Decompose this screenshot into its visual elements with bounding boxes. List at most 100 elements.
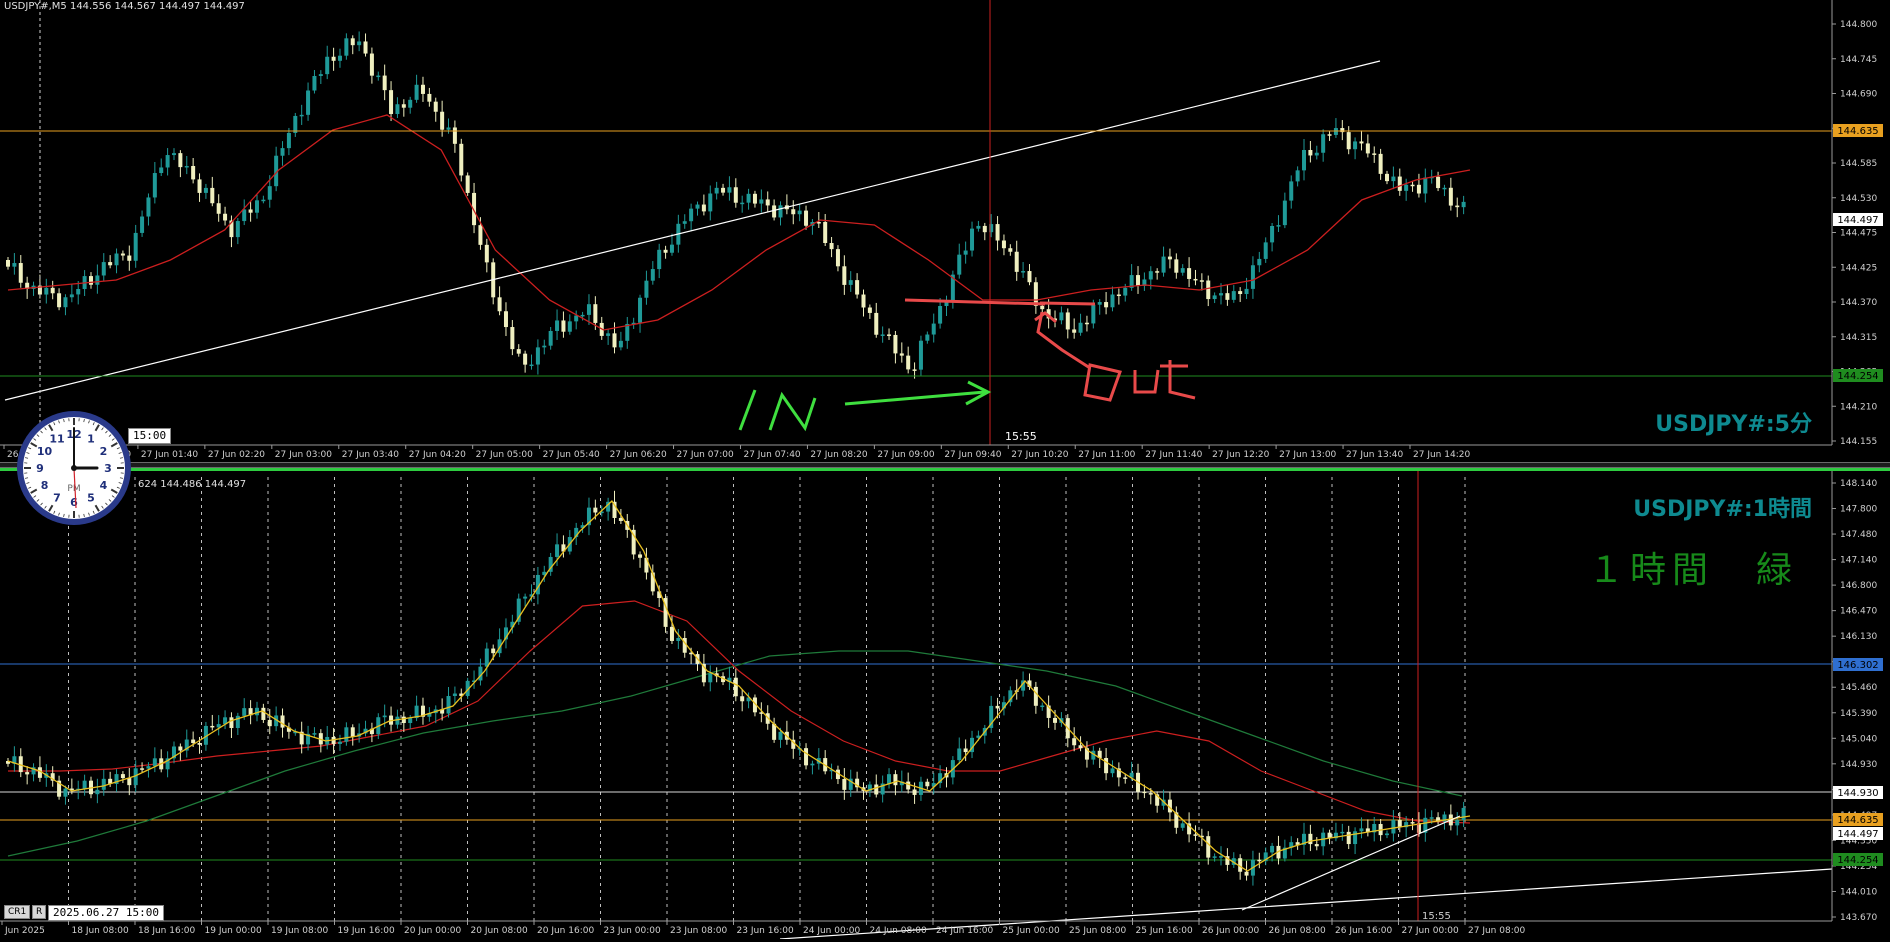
- candle-body: [849, 280, 853, 285]
- candle-body: [236, 221, 240, 237]
- candle-body: [1155, 271, 1159, 273]
- candle-body: [1398, 177, 1402, 191]
- candle-body: [874, 313, 878, 335]
- candle-body: [568, 321, 572, 331]
- candle-body: [1136, 275, 1140, 286]
- candle-body: [587, 304, 591, 315]
- time-tick-label: 25 Jun 00:00: [1003, 926, 1060, 936]
- candle-body: [510, 327, 514, 349]
- candle-body: [772, 205, 776, 217]
- candle-body: [670, 627, 674, 641]
- candle-body: [63, 789, 67, 797]
- candle-body: [549, 331, 553, 346]
- candle-body: [957, 255, 961, 275]
- time-tick-label: 24 Jun 00:00: [803, 926, 860, 936]
- candle-body: [983, 226, 987, 232]
- r-button[interactable]: R: [32, 905, 46, 919]
- time-tick-label: 27 Jun 03:00: [275, 450, 332, 460]
- clock-number: 7: [53, 491, 61, 504]
- candle-body: [996, 224, 1000, 240]
- candle-body: [893, 774, 897, 785]
- time-tick-label: 27 Jun 11:00: [1078, 450, 1135, 460]
- candle-body: [1142, 792, 1146, 794]
- candle-body: [676, 638, 680, 641]
- candle-body: [1455, 820, 1459, 825]
- chart-5min-canvas[interactable]: 144.800144.745144.690144.635144.585144.5…: [0, 0, 1890, 462]
- candle-body: [1347, 832, 1351, 844]
- candle-body: [1385, 174, 1389, 181]
- candle-body: [1245, 872, 1249, 876]
- candle-body: [1187, 268, 1191, 279]
- candle-body: [95, 275, 99, 284]
- clock-face: 121234567891011 PM: [14, 408, 134, 528]
- candle-body: [906, 782, 910, 790]
- candle-body: [778, 205, 782, 217]
- candle-body: [670, 245, 674, 253]
- candle-body: [1193, 834, 1197, 836]
- analog-clock-widget[interactable]: 121234567891011 PM: [14, 408, 134, 528]
- candle-body: [1257, 259, 1261, 265]
- candle-body: [19, 263, 23, 283]
- candle-body: [1245, 289, 1249, 294]
- candle-body: [619, 341, 623, 348]
- candle-body: [287, 133, 291, 148]
- cr1-button[interactable]: CR1: [4, 905, 30, 919]
- candle-body: [1251, 265, 1255, 289]
- candle-body: [408, 718, 412, 723]
- candle-body: [1321, 134, 1325, 152]
- time-tick-label: 27 Jun 05:00: [476, 450, 533, 460]
- crosshair-time-label: 15:55: [1005, 430, 1037, 443]
- candle-body: [1225, 293, 1229, 300]
- candle-body: [127, 256, 131, 261]
- chart-1hour[interactable]: 148.140147.800147.480147.140146.800146.4…: [0, 468, 1890, 942]
- candle-body: [1315, 844, 1319, 846]
- current-price-tag-1h-text: 144.497: [1837, 829, 1878, 840]
- candle-body: [178, 153, 182, 167]
- candle-body: [664, 250, 668, 253]
- candle-body: [485, 245, 489, 263]
- candle-body: [1340, 832, 1344, 834]
- candle-body: [644, 281, 648, 298]
- time-tick-label: 27 Jun 13:40: [1346, 450, 1403, 460]
- clock-center: [71, 465, 77, 471]
- trend-line[interactable]: [5, 61, 1380, 400]
- time-tick-label: 20 Jun 16:00: [537, 926, 594, 936]
- candle-body: [178, 746, 182, 750]
- candle-body: [861, 295, 865, 308]
- candle-body: [1366, 143, 1370, 153]
- candle-body: [1040, 306, 1044, 309]
- candle-body: [1411, 822, 1415, 824]
- candle-body: [121, 254, 125, 256]
- candle-body: [555, 320, 559, 331]
- candle-body: [332, 57, 336, 61]
- candle-body: [204, 188, 208, 193]
- chart-5min[interactable]: 144.800144.745144.690144.635144.585144.5…: [0, 0, 1890, 462]
- candle-body: [281, 715, 285, 727]
- candle-body: [1174, 259, 1178, 272]
- price-tick-label: 144.475: [1840, 229, 1877, 239]
- candle-body: [1391, 177, 1395, 182]
- time-tick-label: 20 Jun 08:00: [471, 926, 528, 936]
- crosshair-time-label-1h: 15:55: [1422, 911, 1451, 922]
- candle-body: [478, 225, 482, 245]
- candle-body: [159, 167, 163, 173]
- candle-body: [651, 269, 655, 281]
- candle-body: [721, 188, 725, 193]
- candle-body: [402, 104, 406, 107]
- candle-body: [1404, 185, 1408, 191]
- candle-body: [1213, 856, 1217, 858]
- candle-body: [306, 91, 310, 115]
- candle-body: [70, 294, 74, 297]
- candle-body: [1162, 257, 1166, 273]
- candle-body: [734, 678, 738, 697]
- price-tick-label: 144.425: [1840, 263, 1877, 273]
- symbol-info-5min: USDJPY#,M5 144.556 144.567 144.497 144.4…: [4, 1, 245, 12]
- candle-body: [842, 779, 846, 790]
- candle-body: [893, 335, 897, 353]
- candle-body: [1149, 271, 1153, 279]
- time-tick-label: 23 Jun 00:00: [604, 926, 661, 936]
- candle-body: [172, 153, 176, 155]
- candle-body: [312, 733, 316, 735]
- time-tick-label: 24 Jun 08:00: [870, 926, 927, 936]
- candle-body: [102, 779, 106, 790]
